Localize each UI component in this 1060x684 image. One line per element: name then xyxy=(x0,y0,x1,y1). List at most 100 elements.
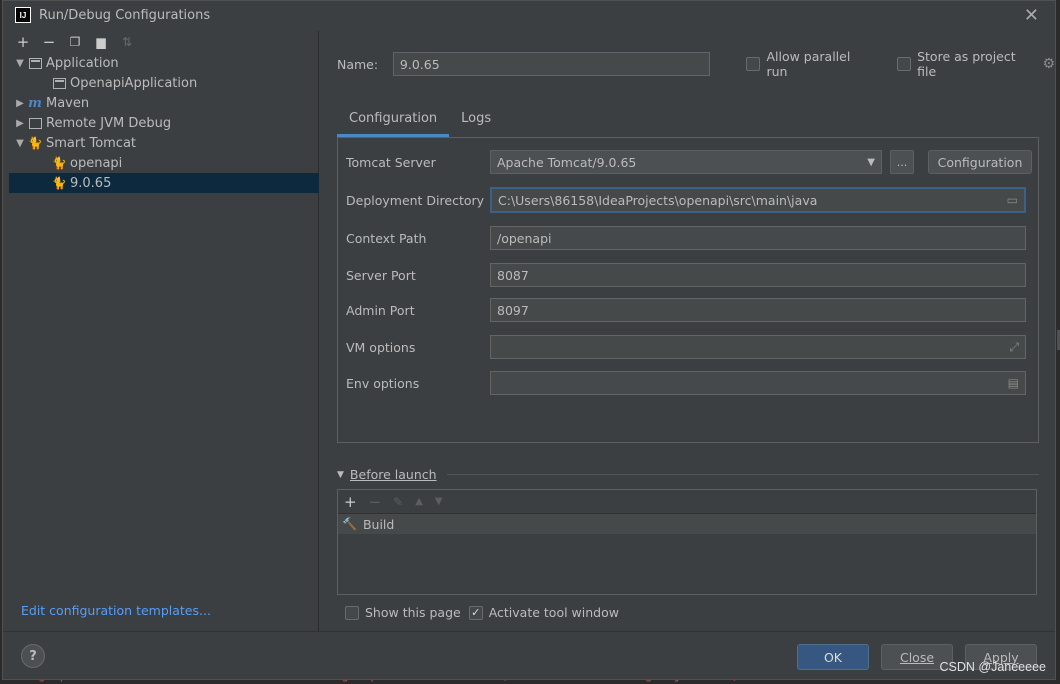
ok-button[interactable]: OK xyxy=(797,644,869,670)
activate-tool-row[interactable]: ✓ Activate tool window xyxy=(468,605,619,620)
context-path-label: Context Path xyxy=(346,230,427,246)
activate-tool-label: Activate tool window xyxy=(488,605,619,620)
tomcat-icon: 🐈 xyxy=(51,156,67,170)
move-down-icon[interactable]: ▼ xyxy=(435,496,443,507)
tomcat-server-label: Tomcat Server xyxy=(346,154,436,170)
show-page-checkbox[interactable] xyxy=(345,605,359,620)
deployment-dir-input[interactable]: C:\Users\86158\IdeaProjects\openapi\src\… xyxy=(490,187,1026,213)
add-icon[interactable]: + xyxy=(344,493,357,511)
tree-item-label: OpenapiApplication xyxy=(70,75,198,91)
application-icon xyxy=(27,56,43,70)
deployment-dir-value: C:\Users\86158\IdeaProjects\openapi\src\… xyxy=(498,192,818,208)
show-page-label: Show this page xyxy=(365,605,461,620)
hammer-icon: 🔨 xyxy=(342,517,357,531)
configurations-panel: + − ❐ ▆ ⇅ ▼ Application OpenapiApplicati… xyxy=(9,31,319,631)
tomcat-server-select[interactable]: Apache Tomcat/9.0.65 ▼ xyxy=(490,150,882,174)
configuration-form: Tomcat Server Apache Tomcat/9.0.65 ▼ ...… xyxy=(337,137,1039,443)
tree-item-maven[interactable]: ▶ m Maven xyxy=(9,93,319,113)
chevron-right-icon[interactable]: ▶ xyxy=(13,118,27,129)
launch-options: Show this page ✓ Activate tool window xyxy=(345,605,619,620)
close-icon[interactable]: ✕ xyxy=(1024,5,1039,26)
chevron-down-icon[interactable]: ▼ xyxy=(13,138,27,149)
env-options-input[interactable]: ▤ xyxy=(490,371,1026,395)
before-launch-header[interactable]: ▼ Before launch xyxy=(337,467,1039,482)
before-launch-label: Before launch xyxy=(349,467,437,482)
tree-item-openapi[interactable]: 🐈 openapi xyxy=(9,153,319,173)
tree-item-application[interactable]: ▼ Application xyxy=(9,53,319,73)
show-page-row[interactable]: Show this page xyxy=(345,605,461,620)
tree-item-label: 9.0.65 xyxy=(70,175,112,191)
chevron-down-icon[interactable]: ▼ xyxy=(337,470,344,480)
allow-parallel-checkbox[interactable] xyxy=(746,57,761,71)
before-launch-toolbar: + − ✎ ▲ ▼ xyxy=(338,490,1036,514)
title-bar: IJ Run/Debug Configurations ✕ xyxy=(3,1,1055,29)
admin-port-row: Admin Port 8097 xyxy=(346,298,1026,322)
configurations-tree: ▼ Application OpenapiApplication ▶ m Mav… xyxy=(9,53,319,193)
store-project-label: Store as project file xyxy=(917,49,1016,79)
help-button[interactable]: ? xyxy=(21,644,45,668)
folder-icon[interactable]: ▭ xyxy=(1007,193,1018,207)
vm-options-input[interactable]: ⤢ xyxy=(490,335,1026,359)
server-port-label: Server Port xyxy=(346,267,416,283)
context-path-row: Context Path /openapi xyxy=(346,226,1026,250)
build-label: Build xyxy=(362,516,395,532)
env-options-row: Env options ▤ xyxy=(346,371,1026,395)
chevron-down-icon[interactable]: ▼ xyxy=(13,58,27,69)
expand-icon[interactable]: ⤢ xyxy=(1009,340,1019,355)
configuration-details: Name: 9.0.65 Allow parallel run Store as… xyxy=(321,31,1055,631)
name-input[interactable]: 9.0.65 xyxy=(392,52,711,76)
store-project-checkbox[interactable] xyxy=(897,57,912,71)
name-label: Name: xyxy=(337,56,379,72)
tomcat-server-value: Apache Tomcat/9.0.65 xyxy=(497,154,637,170)
tab-logs[interactable]: Logs xyxy=(449,103,503,137)
application-icon xyxy=(51,76,67,90)
tree-item-openapi-application[interactable]: OpenapiApplication xyxy=(9,73,319,93)
folder-icon[interactable]: ▆ xyxy=(93,34,109,50)
activate-tool-checkbox[interactable]: ✓ xyxy=(468,605,483,620)
tomcat-server-row: Tomcat Server Apache Tomcat/9.0.65 ▼ ...… xyxy=(346,150,1032,174)
tree-item-9065[interactable]: 🐈 9.0.65 xyxy=(9,173,319,193)
move-up-icon[interactable]: ▲ xyxy=(415,496,423,507)
browse-server-button[interactable]: ... xyxy=(890,150,914,174)
server-port-input[interactable]: 8087 xyxy=(490,263,1026,287)
add-icon[interactable]: + xyxy=(15,34,31,50)
remove-icon[interactable]: − xyxy=(41,34,57,50)
tabs: Configuration Logs xyxy=(337,103,503,137)
deployment-dir-label: Deployment Directory xyxy=(346,192,485,208)
deployment-dir-row: Deployment Directory C:\Users\86158\Idea… xyxy=(346,187,1026,213)
admin-port-input[interactable]: 8097 xyxy=(490,298,1026,322)
copy-icon[interactable]: ❐ xyxy=(67,34,83,50)
tomcat-icon: 🐈 xyxy=(51,176,67,190)
tree-item-remote-jvm-debug[interactable]: ▶ Remote JVM Debug xyxy=(9,113,319,133)
tab-configuration[interactable]: Configuration xyxy=(337,103,450,137)
edit-icon[interactable]: ✎ xyxy=(393,495,403,509)
tree-item-label: Smart Tomcat xyxy=(46,135,137,151)
edit-templates-link[interactable]: Edit configuration templates... xyxy=(21,603,211,618)
context-path-input[interactable]: /openapi xyxy=(490,226,1026,250)
tree-item-smart-tomcat[interactable]: ▼ 🐈 Smart Tomcat xyxy=(9,133,319,153)
chevron-right-icon[interactable]: ▶ xyxy=(13,98,27,109)
remote-debug-icon xyxy=(27,116,43,130)
gear-icon[interactable]: ⚙ xyxy=(1042,56,1055,72)
name-row: Name: 9.0.65 Allow parallel run Store as… xyxy=(337,49,1055,79)
document-icon[interactable]: ▤ xyxy=(1008,376,1019,390)
env-options-label: Env options xyxy=(346,375,420,391)
vm-options-row: VM options ⤢ xyxy=(346,335,1026,359)
before-launch-list: + − ✎ ▲ ▼ 🔨 Build xyxy=(337,489,1037,595)
store-project-row[interactable]: Store as project file ⚙ xyxy=(897,49,1055,79)
maven-icon: m xyxy=(28,95,42,111)
intellij-icon: IJ xyxy=(15,7,31,23)
list-item[interactable]: 🔨 Build xyxy=(338,514,1036,534)
configuration-button[interactable]: Configuration xyxy=(928,150,1032,174)
watermark: CSDN @Janeeeee xyxy=(939,660,1047,674)
tree-item-label: Maven xyxy=(46,95,90,111)
run-debug-dialog: IJ Run/Debug Configurations ✕ + − ❐ ▆ ⇅ … xyxy=(2,0,1056,680)
sort-icon[interactable]: ⇅ xyxy=(119,34,135,50)
server-port-row: Server Port 8087 xyxy=(346,263,1026,287)
before-launch-section: ▼ Before launch + − ✎ ▲ ▼ 🔨 Build xyxy=(337,467,1039,595)
dialog-footer: ? OK Close Apply xyxy=(3,631,1055,679)
configurations-toolbar: + − ❐ ▆ ⇅ xyxy=(9,31,318,53)
tree-item-label: Application xyxy=(46,55,119,71)
remove-icon[interactable]: − xyxy=(369,493,382,511)
allow-parallel-row[interactable]: Allow parallel run xyxy=(746,49,875,79)
